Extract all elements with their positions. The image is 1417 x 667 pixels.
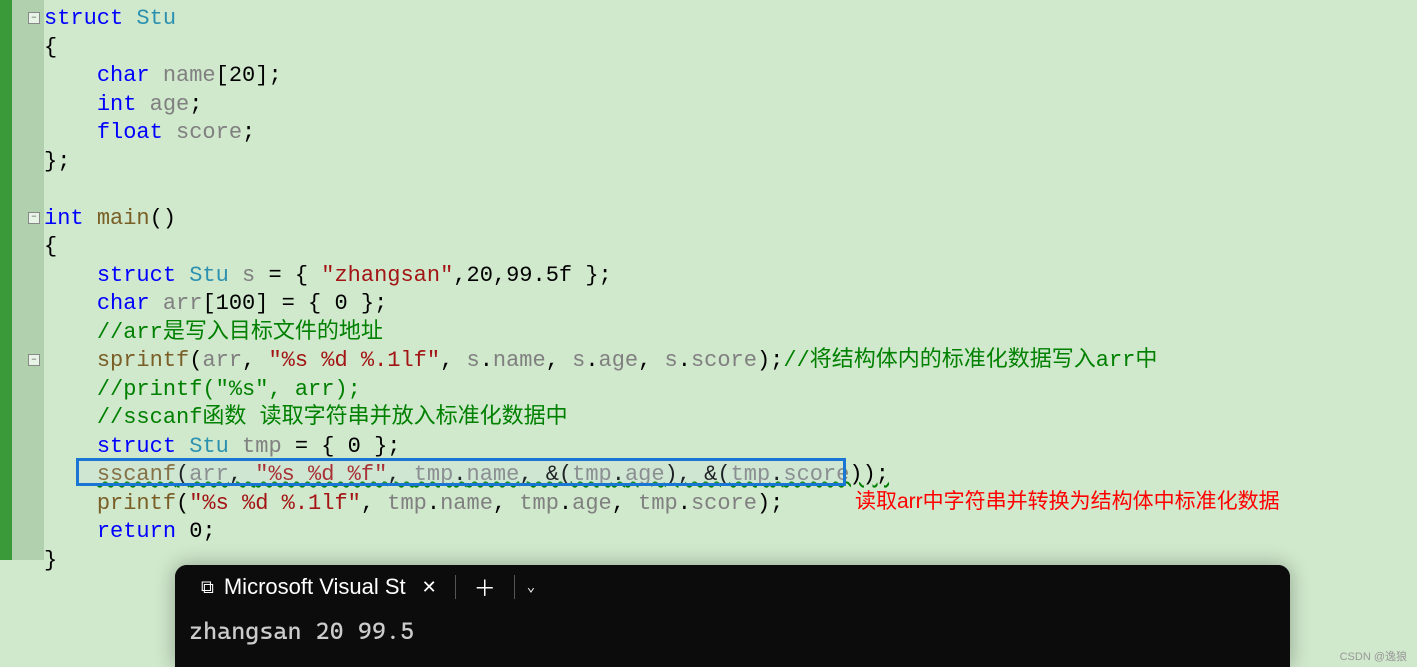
add-tab-button[interactable]: ＋ [460,571,510,603]
code-line[interactable]: char name[20]; [44,62,1157,91]
code-line[interactable]: sprintf(arr, "%s %d %.1lf", s.name, s.ag… [44,347,1157,376]
watermark: CSDN @逸狼 [1340,648,1407,664]
code-line[interactable]: int age; [44,91,1157,120]
code-line[interactable]: { [44,233,1157,262]
terminal-icon: ⧉ [201,577,214,598]
terminal-tab-title: Microsoft Visual St [224,574,406,600]
terminal-tab-bar: ⧉ Microsoft Visual St ✕ ＋ ⌄ [175,565,1290,609]
terminal-tab[interactable]: ⧉ Microsoft Visual St ✕ [187,565,451,609]
code-line[interactable]: int main() [44,205,1157,234]
code-line[interactable]: float score; [44,119,1157,148]
fold-toggle-icon[interactable]: − [28,12,40,24]
annotation-text: 读取arr中字符串并转换为结构体中标准化数据 [855,485,1280,515]
code-line[interactable]: struct Stu s = { "zhangsan",20,99.5f }; [44,262,1157,291]
code-line[interactable]: char arr[100] = { 0 }; [44,290,1157,319]
code-line[interactable]: return 0; [44,518,1157,547]
tab-dropdown-icon[interactable]: ⌄ [519,579,543,596]
code-line[interactable]: //arr是写入目标文件的地址 [44,319,1157,348]
code-line[interactable]: }; [44,148,1157,177]
fold-toggle-icon[interactable]: − [28,212,40,224]
change-indicator-bar [0,0,12,560]
code-line[interactable]: struct Stu tmp = { 0 }; [44,433,1157,462]
code-line[interactable]: { [44,34,1157,63]
code-line[interactable]: struct Stu [44,5,1157,34]
code-line[interactable]: //printf("%s", arr); [44,376,1157,405]
close-icon[interactable]: ✕ [422,577,437,598]
tab-divider [455,575,456,599]
highlight-box [76,458,846,486]
code-line[interactable] [44,176,1157,205]
terminal-output[interactable]: zhangsan 20 99.5 [175,609,1290,653]
tab-divider [514,575,515,599]
terminal-window: ⧉ Microsoft Visual St ✕ ＋ ⌄ zhangsan 20 … [175,565,1290,667]
code-line[interactable]: //sscanf函数 读取字符串并放入标准化数据中 [44,404,1157,433]
editor-gutter [12,0,44,560]
fold-toggle-icon[interactable]: − [28,354,40,366]
